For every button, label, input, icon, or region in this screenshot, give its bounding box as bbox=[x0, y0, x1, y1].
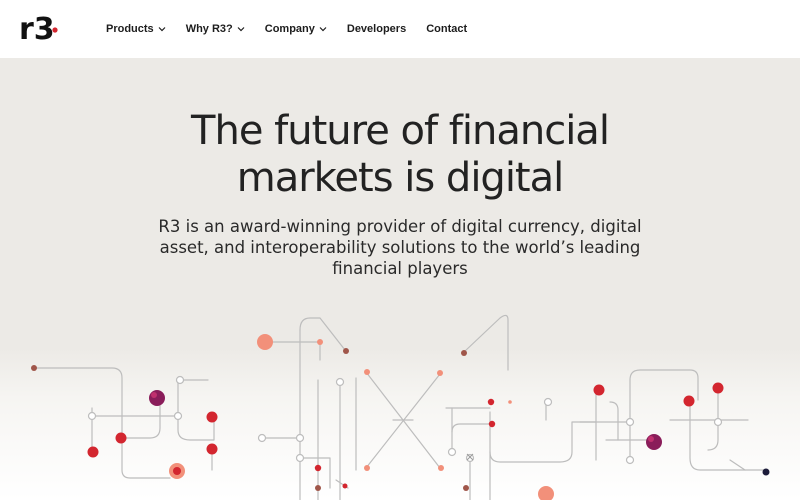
nav-item-developers[interactable]: Developers bbox=[347, 23, 406, 35]
hero-subtitle-line1: R3 is an award-winning provider of digit… bbox=[158, 217, 642, 236]
r3-logo[interactable]: r3 bbox=[19, 12, 59, 47]
nav-label-products: Products bbox=[106, 23, 154, 35]
nav-label-company: Company bbox=[264, 23, 315, 35]
hero-title-line2: markets is digital bbox=[236, 155, 564, 201]
nav-item-products[interactable]: Products bbox=[106, 23, 166, 35]
nav-item-contact[interactable]: Contact bbox=[426, 23, 467, 35]
chevron-down-icon bbox=[319, 27, 327, 32]
hero-title-line1: The future of financial bbox=[191, 108, 610, 154]
magenta-node-icon bbox=[646, 434, 662, 450]
nav-label-developers: Developers bbox=[346, 23, 407, 35]
nav-item-why-r3[interactable]: Why R3? bbox=[186, 23, 245, 35]
magenta-node-icon bbox=[149, 390, 165, 406]
network-circuit-illustration bbox=[0, 300, 800, 502]
circuit-graphic-icon bbox=[31, 314, 770, 502]
main-nav: Products Why R3? Company Developers Cont… bbox=[106, 0, 467, 58]
chevron-down-icon bbox=[158, 27, 166, 32]
hero-subtitle-line2: asset, and interoperability solutions to… bbox=[159, 238, 641, 257]
site-header: r3 Products Why R3? Company Developers C… bbox=[0, 0, 800, 58]
nav-label-contact: Contact bbox=[426, 23, 468, 35]
hero-subtitle-line3: financial players bbox=[332, 259, 468, 278]
end-node-icon bbox=[762, 468, 770, 476]
logo-dot-icon bbox=[52, 27, 58, 33]
nav-item-company[interactable]: Company bbox=[265, 23, 327, 35]
logo-text: r3 bbox=[19, 13, 55, 45]
chevron-down-icon bbox=[237, 27, 245, 32]
nav-label-why-r3: Why R3? bbox=[185, 23, 233, 35]
hero-subtitle: R3 is an award-winning provider of digit… bbox=[150, 216, 650, 279]
hero-title: The future of financial markets is digit… bbox=[0, 108, 800, 202]
